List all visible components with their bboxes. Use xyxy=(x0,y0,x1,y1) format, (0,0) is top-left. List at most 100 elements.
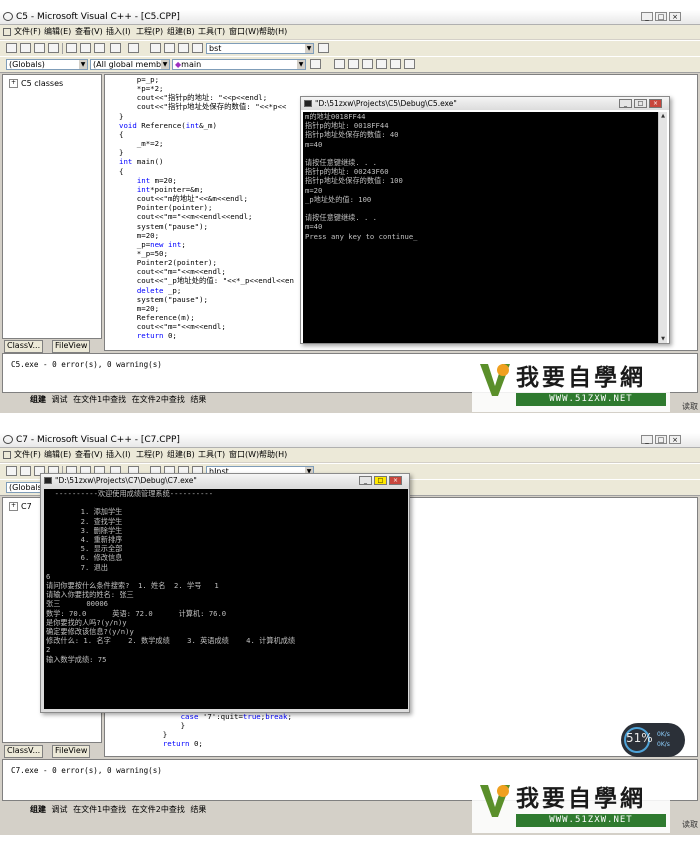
save-icon[interactable] xyxy=(34,43,45,53)
menu-help[interactable]: 帮助(H) xyxy=(259,449,287,461)
function-combo[interactable]: ◆main ▼ xyxy=(172,59,306,70)
tree-node[interactable]: + C7 xyxy=(9,502,32,511)
maximize-icon[interactable]: □ xyxy=(634,99,647,108)
menu-window[interactable]: 窗口(W) xyxy=(229,449,259,461)
menu-project[interactable]: 工程(P) xyxy=(136,26,163,38)
find-in-files-icon[interactable] xyxy=(192,43,203,53)
tab-fileview[interactable]: FileView xyxy=(52,745,91,758)
menu-view[interactable]: 查看(V) xyxy=(75,26,103,38)
compile-icon[interactable] xyxy=(334,59,345,69)
chevron-down-icon[interactable]: ▼ xyxy=(79,60,87,69)
cut-icon[interactable] xyxy=(66,43,77,53)
tab-build[interactable]: 组建 xyxy=(30,805,46,814)
menu-insert[interactable]: 插入(I) xyxy=(106,449,131,461)
tab-find2[interactable]: 在文件2中查找 xyxy=(132,395,185,404)
scroll-up-icon[interactable]: ▲ xyxy=(659,112,667,120)
menu-view[interactable]: 查看(V) xyxy=(75,449,103,461)
menu-tools[interactable]: 工具(T) xyxy=(198,449,225,461)
tab-classview[interactable]: ClassV... xyxy=(4,340,44,353)
expand-icon[interactable]: + xyxy=(9,502,18,511)
console-title: "D:\51zxw\Projects\C5\Debug\C5.exe" xyxy=(315,99,457,108)
menu-file[interactable]: 文件(F) xyxy=(14,26,41,38)
chevron-down-icon[interactable]: ▼ xyxy=(297,60,305,69)
new-file-icon[interactable] xyxy=(6,466,17,476)
v-logo-icon xyxy=(480,785,510,817)
console-text: m的地址0018FF44 指针p的地址: 0018FF44 指针p地址处保存的数… xyxy=(305,112,418,241)
window-list-icon[interactable] xyxy=(178,43,189,53)
undo-icon[interactable] xyxy=(110,43,121,53)
maximize-icon[interactable]: □ xyxy=(655,12,667,21)
console-window-c5: "D:\51zxw\Projects\C5\Debug\C5.exe" _ □ … xyxy=(300,96,670,344)
menu-window[interactable]: 窗口(W) xyxy=(229,26,259,38)
minimize-icon[interactable]: _ xyxy=(359,476,372,485)
scroll-down-icon[interactable]: ▼ xyxy=(659,335,667,343)
menu-edit[interactable]: 编辑(E) xyxy=(44,449,71,461)
find-combo[interactable]: bst ▼ xyxy=(206,43,314,54)
menu-project[interactable]: 工程(P) xyxy=(136,449,163,461)
save-all-icon[interactable] xyxy=(48,43,59,53)
new-file-icon[interactable] xyxy=(6,43,17,53)
tree-node-label: C5 classes xyxy=(21,79,64,88)
close-icon[interactable]: × xyxy=(669,435,681,444)
close-icon[interactable]: × xyxy=(669,12,681,21)
menu-build[interactable]: 组建(B) xyxy=(167,449,195,461)
source-code[interactable]: p=_p; *p=*2; cout<<"指针p的地址: "<<p<<endl; … xyxy=(119,75,294,341)
console-icon xyxy=(304,100,312,107)
wizard-bar: (Globals) ▼ (All global member ▼ ◆main ▼ xyxy=(0,56,700,73)
tab-debug[interactable]: 调试 xyxy=(52,805,68,814)
tab-results[interactable]: 结果 xyxy=(190,805,206,814)
scope-combo[interactable]: (Globals) ▼ xyxy=(6,59,88,70)
tab-find2[interactable]: 在文件2中查找 xyxy=(132,805,185,814)
watermark-logo: 我要自學網 WWW.51ZXW.NET xyxy=(472,356,670,412)
tab-find1[interactable]: 在文件1中查找 xyxy=(73,805,126,814)
chevron-down-icon[interactable]: ▼ xyxy=(161,60,169,69)
menu-file[interactable]: 文件(F) xyxy=(14,449,41,461)
menu-build[interactable]: 组建(B) xyxy=(167,26,195,38)
tab-results[interactable]: 结果 xyxy=(190,395,206,404)
menu-tools[interactable]: 工具(T) xyxy=(198,26,225,38)
expand-icon[interactable]: + xyxy=(9,79,18,88)
copy-icon[interactable] xyxy=(80,43,91,53)
minimize-icon[interactable]: _ xyxy=(641,12,653,21)
tab-build[interactable]: 组建 xyxy=(30,395,46,404)
minimize-icon[interactable]: _ xyxy=(641,435,653,444)
menu-help[interactable]: 帮助(H) xyxy=(259,26,287,38)
maximize-icon[interactable]: □ xyxy=(655,435,667,444)
source-code[interactable]: case '7':quit=true;break; } } return 0; xyxy=(145,712,292,749)
wizard-action-icon[interactable] xyxy=(310,59,321,69)
minimize-icon[interactable]: _ xyxy=(619,99,632,108)
open-icon[interactable] xyxy=(20,466,31,476)
paste-icon[interactable] xyxy=(94,43,105,53)
upload-speed: 0K/s xyxy=(657,731,670,738)
tree-node[interactable]: + C5 classes xyxy=(9,79,63,88)
tab-find1[interactable]: 在文件1中查找 xyxy=(73,395,126,404)
console-text: ----------欢迎使用成绩管理系统---------- 1. 添加学生 2… xyxy=(46,489,296,664)
output-window-icon[interactable] xyxy=(164,43,175,53)
network-speed-widget[interactable]: 51% 0K/s 0K/s xyxy=(621,723,685,757)
go-icon[interactable] xyxy=(390,59,401,69)
find-icon[interactable] xyxy=(318,43,329,53)
chevron-down-icon[interactable]: ▼ xyxy=(305,44,313,53)
scrollbar[interactable]: ▲ ▼ xyxy=(658,112,667,343)
vc-app-icon xyxy=(3,435,13,444)
stop-build-icon[interactable] xyxy=(362,59,373,69)
workspace-icon[interactable] xyxy=(150,43,161,53)
ide-window-c5: C5 - Microsoft Visual C++ - [C5.CPP] _ □… xyxy=(0,10,700,413)
open-icon[interactable] xyxy=(20,43,31,53)
tab-debug[interactable]: 调试 xyxy=(52,395,68,404)
console-output: ----------欢迎使用成绩管理系统---------- 1. 添加学生 2… xyxy=(44,489,408,709)
close-icon[interactable]: × xyxy=(389,476,402,485)
members-combo[interactable]: (All global member ▼ xyxy=(90,59,170,70)
menu-edit[interactable]: 编辑(E) xyxy=(44,26,71,38)
tab-fileview[interactable]: FileView xyxy=(52,340,91,353)
redo-icon[interactable] xyxy=(128,43,139,53)
menu-insert[interactable]: 插入(I) xyxy=(106,26,131,38)
title-bar: C7 - Microsoft Visual C++ - [C7.CPP] _ □… xyxy=(0,433,700,448)
maximize-icon[interactable]: □ xyxy=(374,476,387,485)
close-icon[interactable]: × xyxy=(649,99,662,108)
console-output: m的地址0018FF44 指针p的地址: 0018FF44 指针p地址处保存的数… xyxy=(303,112,667,343)
build-icon[interactable] xyxy=(348,59,359,69)
breakpoint-icon[interactable] xyxy=(404,59,415,69)
tab-classview[interactable]: ClassV... xyxy=(4,745,44,758)
execute-icon[interactable] xyxy=(376,59,387,69)
